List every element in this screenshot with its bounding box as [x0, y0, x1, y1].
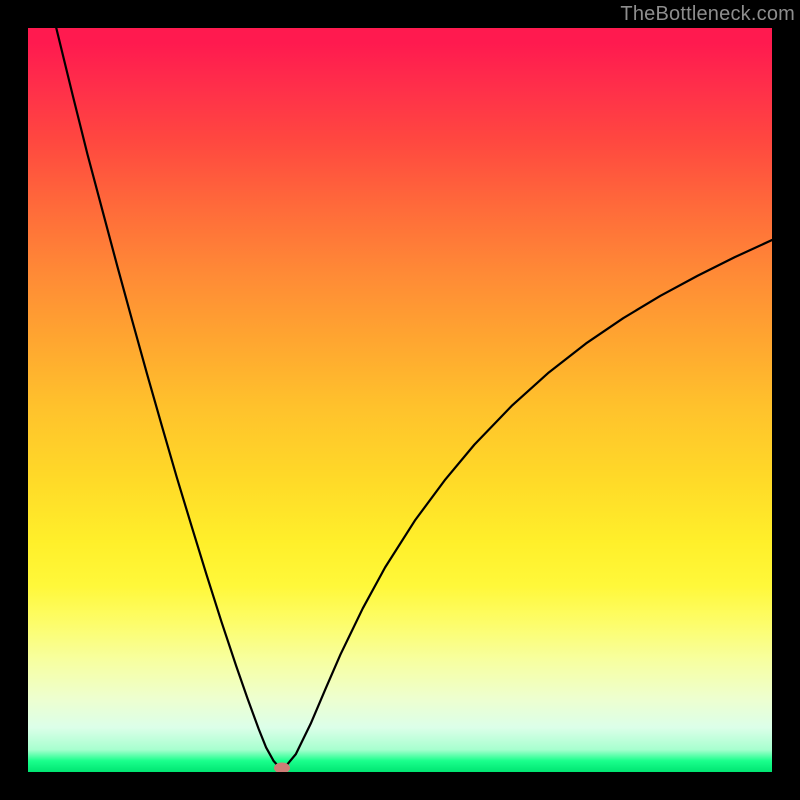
optimal-point-marker — [274, 762, 290, 772]
bottleneck-curve — [28, 28, 772, 772]
plot-area — [28, 28, 772, 772]
watermark-text: TheBottleneck.com — [620, 3, 795, 26]
chart-frame: TheBottleneck.com — [0, 0, 800, 800]
